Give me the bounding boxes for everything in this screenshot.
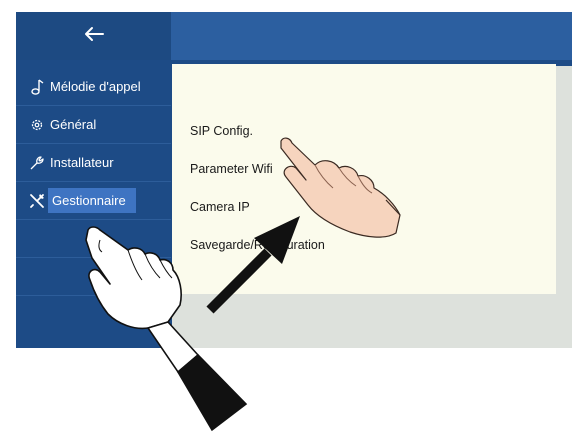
menu-item-sip-config[interactable]: SIP Config. <box>190 124 253 138</box>
sidebar-item-label: Général <box>50 117 97 132</box>
sidebar-item-gestionnaire[interactable]: Gestionnaire <box>16 182 171 220</box>
sidebar-item-label: Installateur <box>50 155 114 170</box>
tools-icon <box>28 192 46 210</box>
sidebar: Mélodie d'appel Général Installateur Ges… <box>16 68 171 348</box>
sidebar-item-installateur[interactable]: Installateur <box>16 144 171 182</box>
title-bar <box>171 12 572 60</box>
sidebar-item-empty <box>16 258 171 296</box>
sidebar-item-melodie[interactable]: Mélodie d'appel <box>16 68 171 106</box>
gear-icon <box>28 116 46 134</box>
sidebar-item-general[interactable]: Général <box>16 106 171 144</box>
menu-item-sauvegarde[interactable]: Savegarde/Restauration <box>190 238 325 252</box>
wrench-icon <box>28 154 46 172</box>
sidebar-item-label: Mélodie d'appel <box>50 79 141 94</box>
menu-item-camera-ip[interactable]: Camera IP <box>190 200 250 214</box>
sidebar-item-label: Gestionnaire <box>48 188 136 213</box>
music-note-icon <box>28 78 46 96</box>
settings-list: SIP Config. Parameter Wifi Camera IP Sav… <box>172 64 556 294</box>
back-button[interactable] <box>16 12 171 60</box>
sidebar-item-empty <box>16 220 171 258</box>
menu-item-parameter-wifi[interactable]: Parameter Wifi <box>190 162 273 176</box>
arrow-left-icon <box>83 26 105 47</box>
top-bar <box>16 12 572 60</box>
